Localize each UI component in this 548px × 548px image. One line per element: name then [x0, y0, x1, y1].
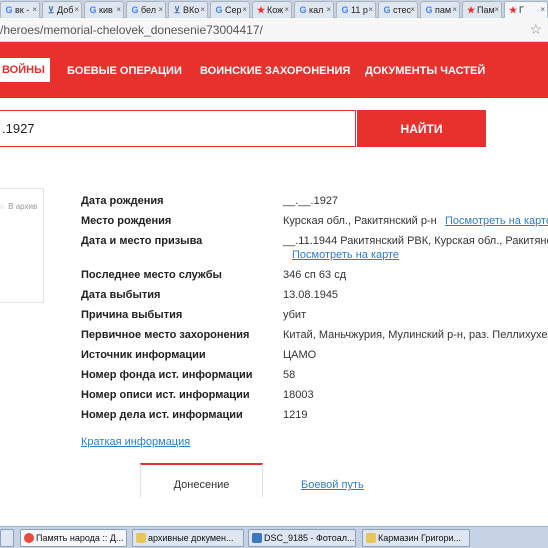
folder-icon [136, 533, 146, 543]
google-icon: G [131, 5, 139, 15]
browser-tab[interactable]: Gкал × [294, 1, 334, 18]
row-label: Номер дела ист. информации [81, 409, 243, 421]
google-icon: G [89, 5, 97, 15]
google-icon: G [383, 5, 391, 15]
star-icon: ☆ [0, 202, 6, 211]
browser-tab[interactable]: ⊻ ВКо × [168, 1, 208, 18]
row-value: __.__.1927 [283, 195, 339, 207]
vk-icon: ⊻ [173, 5, 181, 15]
row-value: ЦАМО [283, 349, 317, 361]
google-icon: G [341, 5, 349, 15]
browser-tab[interactable]: G Сер × [210, 1, 250, 18]
browser-tab[interactable]: ★ Пам × [462, 1, 502, 18]
brief-info-link[interactable]: Краткая информация [81, 436, 190, 448]
google-icon: G [299, 5, 307, 15]
row-value: Курская обл., Ракитянский р-н [283, 215, 437, 227]
browser-tab[interactable]: Gкив × [84, 1, 124, 18]
close-icon[interactable]: × [368, 5, 373, 14]
address-url[interactable]: /heroes/memorial-chelovek_donesenie73004… [0, 23, 263, 37]
tab-combat-path[interactable]: Боевой путь [301, 479, 364, 491]
row-value: __.11.1944 Ракитянский РВК, Курская обл.… [283, 235, 548, 247]
taskbar-item-partial[interactable] [0, 529, 14, 547]
taskbar: Память народа :: Д... архивные докумен..… [0, 526, 548, 548]
close-icon[interactable]: × [410, 5, 415, 14]
row-label: Номер фонда ист. информации [81, 369, 253, 381]
close-icon[interactable]: × [452, 5, 457, 14]
row-label: Место рождения [81, 215, 172, 227]
archive-label[interactable]: ☆ В архив [0, 202, 37, 211]
nav-item-documents[interactable]: ДОКУМЕНТЫ ЧАСТЕЙ [365, 65, 485, 77]
row-value: 346 сп 63 сд [283, 269, 347, 281]
close-icon[interactable]: × [540, 5, 545, 14]
photo-icon [252, 533, 262, 543]
close-icon[interactable]: × [284, 5, 289, 14]
row-label: Последнее место службы [81, 269, 222, 281]
row-value: 13.08.1945 [283, 289, 339, 301]
close-icon[interactable]: × [326, 5, 331, 14]
google-icon: G [5, 5, 13, 15]
main-nav: ВОЙНЫ БОЕВЫЕ ОПЕРАЦИИ ВОИНСКИЕ ЗАХОРОНЕН… [0, 42, 548, 98]
red-star-icon: ★ [256, 5, 266, 15]
chrome-icon [24, 533, 34, 543]
nav-item-wars[interactable]: ВОЙНЫ [0, 58, 50, 82]
row-label: Дата и место призыва [81, 235, 203, 247]
row-label: Номер описи ист. информации [81, 389, 250, 401]
row-value: Китай, Маньчжурия, Мулинский р-н, раз. П… [283, 329, 548, 341]
browser-tab[interactable]: Gстес × [378, 1, 418, 18]
nav-item-burials[interactable]: ВОИНСКИЕ ЗАХОРОНЕНИЯ [200, 65, 350, 77]
row-value: 1219 [283, 409, 308, 421]
red-star-icon: ★ [466, 5, 476, 15]
close-icon[interactable]: × [242, 5, 247, 14]
browser-tab-active[interactable]: ★ Г × [504, 1, 548, 18]
search-input[interactable]: .1927 [0, 110, 356, 147]
row-value: 18003 [283, 389, 314, 401]
row-label: Источник информации [81, 349, 206, 361]
row-value: убит [283, 309, 307, 321]
taskbar-item-folder[interactable]: архивные докумен... [132, 529, 244, 547]
address-bar[interactable]: /heroes/memorial-chelovek_donesenie73004… [0, 18, 548, 42]
row-value: 58 [283, 369, 296, 381]
close-icon[interactable]: × [74, 5, 79, 14]
search-button[interactable]: НАЙТИ [357, 110, 486, 147]
vk-icon: ⊻ [47, 5, 55, 15]
tab-report[interactable]: Донесение [140, 463, 263, 497]
browser-tab[interactable]: ★ Кож × [252, 1, 292, 18]
close-icon[interactable]: × [494, 5, 499, 14]
close-icon[interactable]: × [200, 5, 205, 14]
browser-tab-strip: Gвк - × ⊻ Доб × Gкив × Gбел × ⊻ ВКо × G Сер × ★ Ко… [0, 0, 548, 18]
taskbar-item-folder[interactable]: Кармазин Григори... [362, 529, 470, 547]
close-icon[interactable]: × [116, 5, 121, 14]
browser-tab[interactable]: G 11 р × [336, 1, 376, 18]
taskbar-item-browser[interactable]: Память народа :: Д... [20, 529, 127, 547]
row-label: Причина выбытия [81, 309, 183, 321]
taskbar-item-photo[interactable]: DSC_9185 - Фотоал... [248, 529, 356, 547]
row-label: Дата рождения [81, 195, 164, 207]
google-icon: G [425, 5, 433, 15]
document-card[interactable]: ☆ В архив [0, 188, 44, 303]
row-label: Первичное место захоронения [81, 329, 250, 341]
map-link[interactable]: Посмотреть на карте [445, 215, 548, 227]
browser-tab[interactable]: ⊻ Доб × [42, 1, 82, 18]
browser-tab[interactable]: Gпам × [420, 1, 460, 18]
map-link[interactable]: Посмотреть на карте [292, 249, 399, 261]
close-icon[interactable]: × [32, 5, 37, 14]
google-icon: G [215, 5, 223, 15]
red-star-icon: ★ [508, 5, 518, 15]
folder-icon [366, 533, 376, 543]
nav-item-operations[interactable]: БОЕВЫЕ ОПЕРАЦИИ [67, 65, 182, 77]
browser-tab[interactable]: Gбел × [126, 1, 166, 18]
row-label: Дата выбытия [81, 289, 161, 301]
browser-tab[interactable]: Gвк - × [0, 1, 40, 18]
bookmark-star-icon[interactable]: ☆ [529, 21, 542, 38]
close-icon[interactable]: × [158, 5, 163, 14]
screen: Gвк - × ⊻ Доб × Gкив × Gбел × ⊻ ВКо × G Сер × ★ Ко… [0, 0, 548, 548]
